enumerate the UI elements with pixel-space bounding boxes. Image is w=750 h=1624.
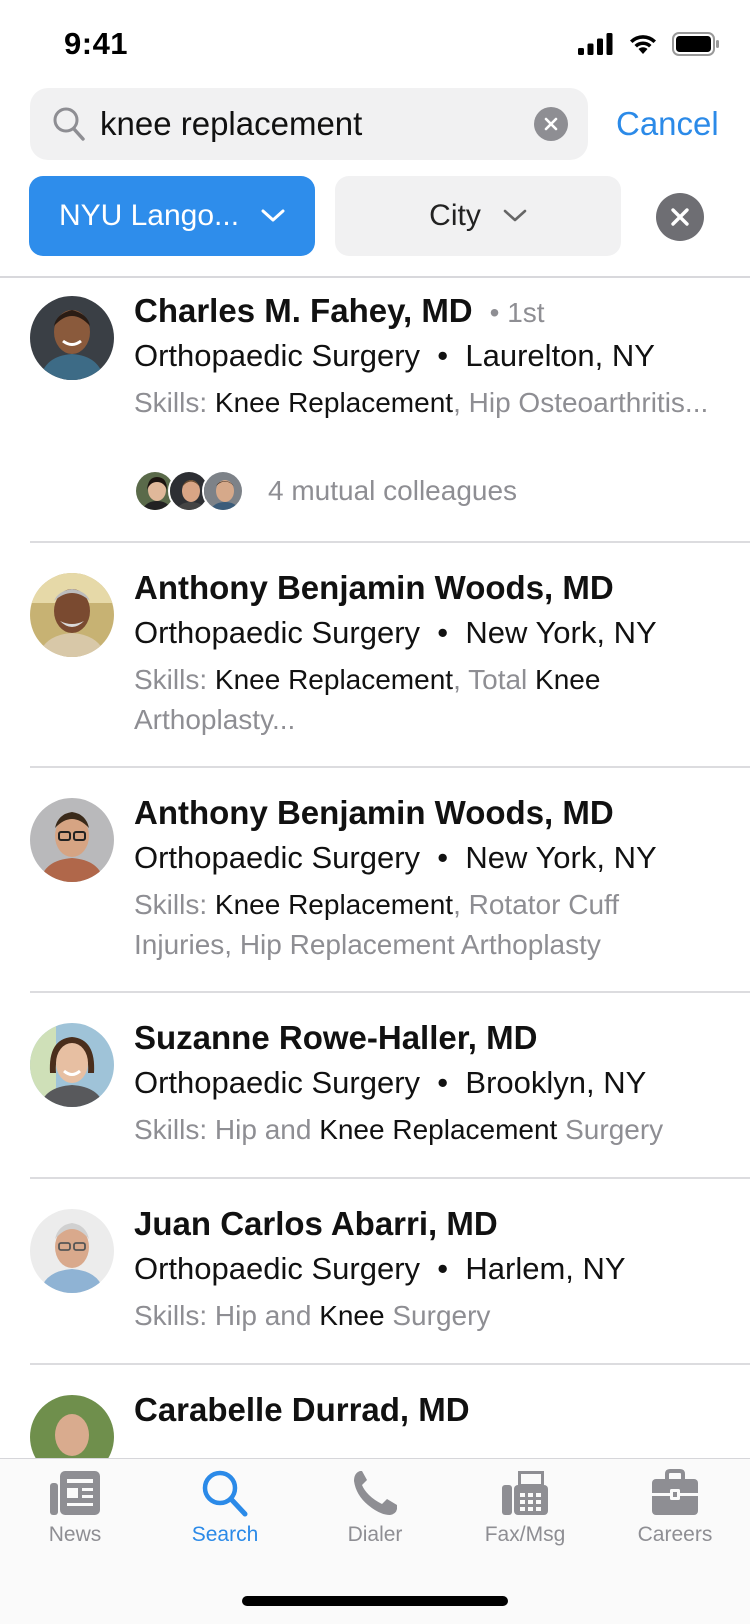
search-input[interactable] xyxy=(100,88,530,160)
result-name-text: Anthony Benjamin Woods, MD xyxy=(134,569,614,606)
separator-dot: • xyxy=(428,1251,457,1286)
result-location: Laurelton, NY xyxy=(465,338,655,373)
search-row: Cancel xyxy=(0,88,750,160)
avatar xyxy=(30,1209,114,1293)
result-specialty: Orthopaedic Surgery • New York, NY xyxy=(134,840,657,875)
magnifier-icon xyxy=(53,107,85,141)
result-skills: Skills: Hip and Knee Replacement Surgery xyxy=(134,1114,664,1145)
tab-fax-msg[interactable]: Fax/Msg xyxy=(450,1469,600,1569)
tab-label: Dialer xyxy=(347,1523,403,1546)
tab-dialer[interactable]: Dialer xyxy=(300,1469,450,1569)
separator-dot: • xyxy=(428,1065,457,1100)
tab-label: Careers xyxy=(637,1523,713,1546)
status-icons xyxy=(578,32,720,56)
result-name: Charles M. Fahey, MD • 1st xyxy=(134,292,545,330)
result-item[interactable]: Suzanne Rowe-Haller, MD Orthopaedic Surg… xyxy=(0,993,750,1179)
news-icon xyxy=(50,1471,100,1515)
result-location: Harlem, NY xyxy=(465,1251,626,1286)
avatar xyxy=(30,1023,114,1107)
home-indicator[interactable] xyxy=(242,1596,508,1606)
tab-label: Search xyxy=(191,1523,259,1546)
chevron-down-icon xyxy=(261,209,285,222)
city-filter[interactable]: City xyxy=(335,176,621,256)
avatar xyxy=(30,798,114,882)
result-item[interactable]: Carabelle Durrad, MD xyxy=(0,1365,750,1458)
result-name: Carabelle Durrad, MD xyxy=(134,1391,470,1429)
connection-degree: • 1st xyxy=(481,297,545,328)
result-skills: Skills: Hip and Knee Surgery xyxy=(134,1300,491,1331)
result-specialty: Orthopaedic Surgery • New York, NY xyxy=(134,615,657,650)
tab-news[interactable]: News xyxy=(0,1469,150,1569)
result-specialty: Orthopaedic Surgery • Laurelton, NY xyxy=(134,338,655,373)
skill-highlight: Knee Replacement xyxy=(214,889,454,920)
avatar xyxy=(30,1395,114,1458)
separator-dot: • xyxy=(428,338,457,373)
result-specialty: Orthopaedic Surgery • Harlem, NY xyxy=(134,1251,626,1286)
chevron-down-icon xyxy=(503,209,527,222)
avatar xyxy=(202,470,244,512)
filter-row: NYU Lango... City xyxy=(0,176,750,256)
skill-highlight: Knee Replacement xyxy=(214,664,454,695)
result-name-text: Charles M. Fahey, MD xyxy=(134,292,473,329)
result-location: New York, NY xyxy=(465,840,657,875)
result-name: Anthony Benjamin Woods, MD xyxy=(134,794,614,832)
wifi-icon xyxy=(630,35,656,54)
result-item[interactable]: Juan Carlos Abarri, MD Orthopaedic Surge… xyxy=(0,1179,750,1365)
organization-filter[interactable]: NYU Lango... xyxy=(29,176,315,256)
results-list: Charles M. Fahey, MD • 1st Orthopaedic S… xyxy=(0,278,750,1458)
cellular-signal-icon xyxy=(578,33,613,55)
result-specialty: Orthopaedic Surgery • Brooklyn, NY xyxy=(134,1065,647,1100)
result-name: Juan Carlos Abarri, MD xyxy=(134,1205,498,1243)
skill-highlight: Knee xyxy=(319,1300,385,1331)
result-name: Anthony Benjamin Woods, MD xyxy=(134,569,614,607)
result-name-text: Suzanne Rowe-Haller, MD xyxy=(134,1019,538,1056)
result-name-text: Juan Carlos Abarri, MD xyxy=(134,1205,498,1242)
fax-icon xyxy=(502,1471,548,1515)
result-location: Brooklyn, NY xyxy=(465,1065,647,1100)
mutual-colleagues-label: 4 mutual colleagues xyxy=(268,475,518,506)
skill-highlight: Knee xyxy=(535,664,601,695)
skill-highlight: Knee Replacement xyxy=(319,1114,558,1145)
result-skills: Skills: Knee Replacement, Rotator Cuff I… xyxy=(134,889,620,960)
phone-icon xyxy=(354,1471,397,1515)
avatar xyxy=(30,573,114,657)
separator-dot: • xyxy=(428,615,457,650)
battery-icon xyxy=(672,32,719,56)
status-time: 9:41 xyxy=(64,26,129,61)
result-item[interactable]: Charles M. Fahey, MD • 1st Orthopaedic S… xyxy=(0,278,750,543)
tab-search[interactable]: Search xyxy=(150,1469,300,1569)
result-item[interactable]: Anthony Benjamin Woods, MD Orthopaedic S… xyxy=(0,543,750,768)
city-filter-label: City xyxy=(429,199,481,232)
separator-dot: • xyxy=(428,840,457,875)
organization-filter-label: NYU Lango... xyxy=(58,199,240,232)
result-skills: Skills: Knee Replacement, Total Knee Art… xyxy=(134,664,601,735)
skill-highlight: Knee Replacement xyxy=(214,387,454,418)
briefcase-icon xyxy=(652,1469,698,1515)
result-name-text: Carabelle Durrad, MD xyxy=(134,1391,470,1428)
tab-bar: News Search Dialer Fax/Msg Careers xyxy=(0,1458,750,1624)
result-item[interactable]: Anthony Benjamin Woods, MD Orthopaedic S… xyxy=(0,768,750,993)
tab-label: News xyxy=(48,1523,102,1546)
status-bar: 9:41 xyxy=(0,0,750,88)
tab-careers[interactable]: Careers xyxy=(600,1469,750,1569)
clear-filters-icon[interactable] xyxy=(656,193,704,241)
result-name: Suzanne Rowe-Haller, MD xyxy=(134,1019,537,1057)
mutual-colleagues[interactable]: 4 mutual colleagues xyxy=(134,470,517,512)
result-skills: Skills: Knee Replacement, Hip Osteoarthr… xyxy=(134,387,709,418)
result-location: New York, NY xyxy=(465,615,657,650)
search-box[interactable] xyxy=(30,88,588,160)
search-icon xyxy=(202,1470,248,1517)
avatar xyxy=(30,296,114,380)
result-name-text: Anthony Benjamin Woods, MD xyxy=(134,794,614,831)
tab-label: Fax/Msg xyxy=(484,1523,566,1546)
clear-search-icon[interactable] xyxy=(534,107,568,141)
cancel-button[interactable]: Cancel xyxy=(616,88,719,160)
